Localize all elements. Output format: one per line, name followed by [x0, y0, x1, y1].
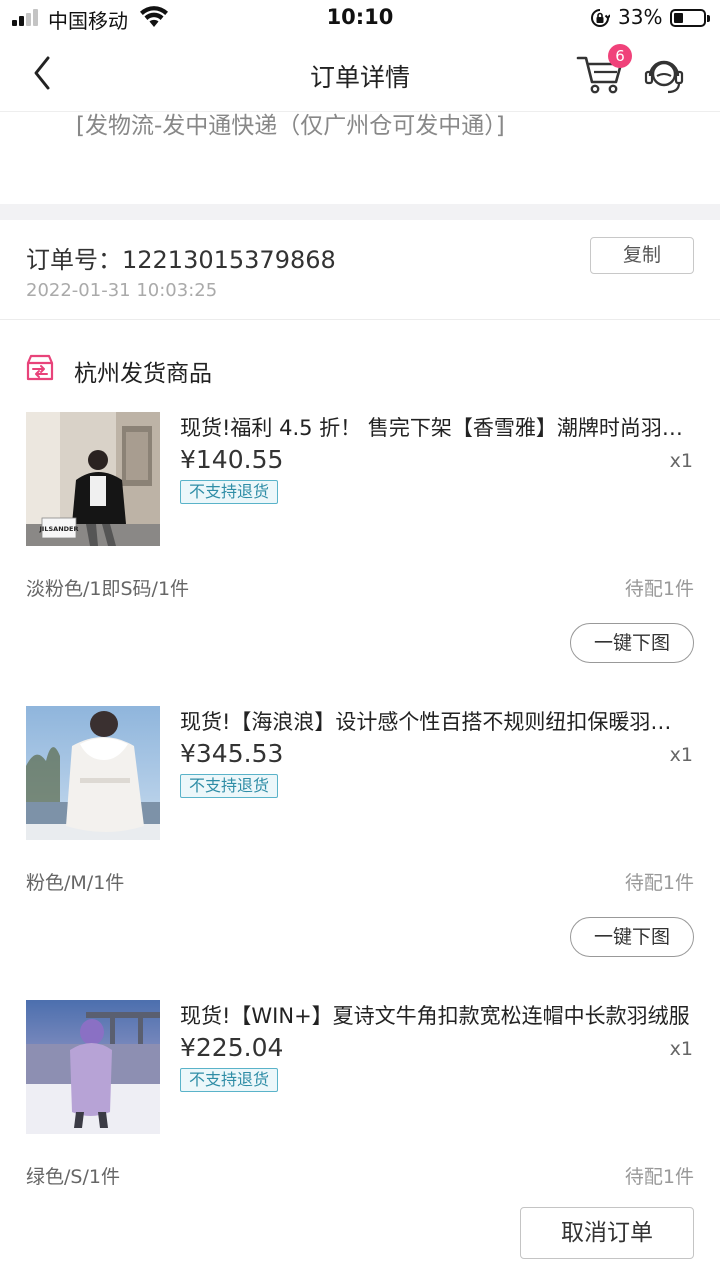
cancel-order-button[interactable]: 取消订单 [520, 1207, 694, 1259]
section-gap [0, 204, 720, 220]
order-item: JILSANDER 现货!福利 4.5 折！ 售完下架【香雪雅】潮牌时尚羽绒服 … [0, 412, 720, 702]
download-images-button[interactable]: 一键下图 [570, 623, 694, 663]
copy-button[interactable]: 复制 [590, 237, 694, 274]
download-images-button[interactable]: 一键下图 [570, 917, 694, 957]
item-spec: 淡粉色/1即S码/1件 [26, 578, 190, 600]
item-status: 待配1件 [624, 1166, 694, 1188]
orientation-lock-icon [591, 9, 610, 27]
item-spec: 粉色/M/1件 [26, 872, 125, 894]
item-quantity: x1 [669, 1038, 693, 1060]
cart-count-badge: 6 [608, 44, 632, 68]
product-thumbnail[interactable] [26, 1000, 160, 1134]
bag-logo-text: JILSANDER [39, 525, 79, 533]
divider [0, 319, 720, 320]
no-return-tag: 不支持退货 [180, 1068, 279, 1092]
battery-icon [670, 9, 710, 27]
item-status: 待配1件 [624, 578, 694, 600]
item-price: ¥345.53 [180, 739, 284, 768]
item-price: ¥225.04 [180, 1033, 284, 1062]
item-quantity: x1 [669, 744, 693, 766]
battery-percent: 33% [618, 5, 663, 29]
shipping-box-icon [26, 354, 54, 381]
clock: 10:10 [326, 5, 394, 29]
shipping-method-note: [发物流-发中通快递（仅广州仓可发中通）] [76, 113, 505, 139]
status-bar: 中国移动 10:10 33% [0, 0, 720, 36]
order-number: 订单号：12213015379868 [26, 246, 336, 274]
item-price: ¥140.55 [180, 445, 284, 474]
item-spec: 绿色/S/1件 [26, 1166, 120, 1188]
customer-service-icon[interactable] [642, 52, 686, 96]
warehouse-title: 杭州发货商品 [74, 361, 212, 387]
no-return-tag: 不支持退货 [180, 480, 279, 504]
item-title[interactable]: 现货!福利 4.5 折！ 售完下架【香雪雅】潮牌时尚羽绒服 [180, 412, 690, 442]
item-status: 待配1件 [624, 872, 694, 894]
item-title[interactable]: 现货!【WIN+】夏诗文牛角扣款宽松连帽中长款羽绒服 [180, 1000, 690, 1030]
item-quantity: x1 [669, 450, 693, 472]
product-thumbnail[interactable] [26, 706, 160, 840]
item-title[interactable]: 现货!【海浪浪】设计感个性百搭不规则纽扣保暖羽绒服 [180, 706, 690, 736]
order-time: 2022-01-31 10:03:25 [26, 280, 218, 301]
no-return-tag: 不支持退货 [180, 774, 279, 798]
order-item: 现货!【海浪浪】设计感个性百搭不规则纽扣保暖羽绒服 ¥345.53 x1 不支持… [0, 706, 720, 996]
nav-bar: 订单详情 6 [0, 36, 720, 112]
product-thumbnail[interactable]: JILSANDER [26, 412, 160, 546]
